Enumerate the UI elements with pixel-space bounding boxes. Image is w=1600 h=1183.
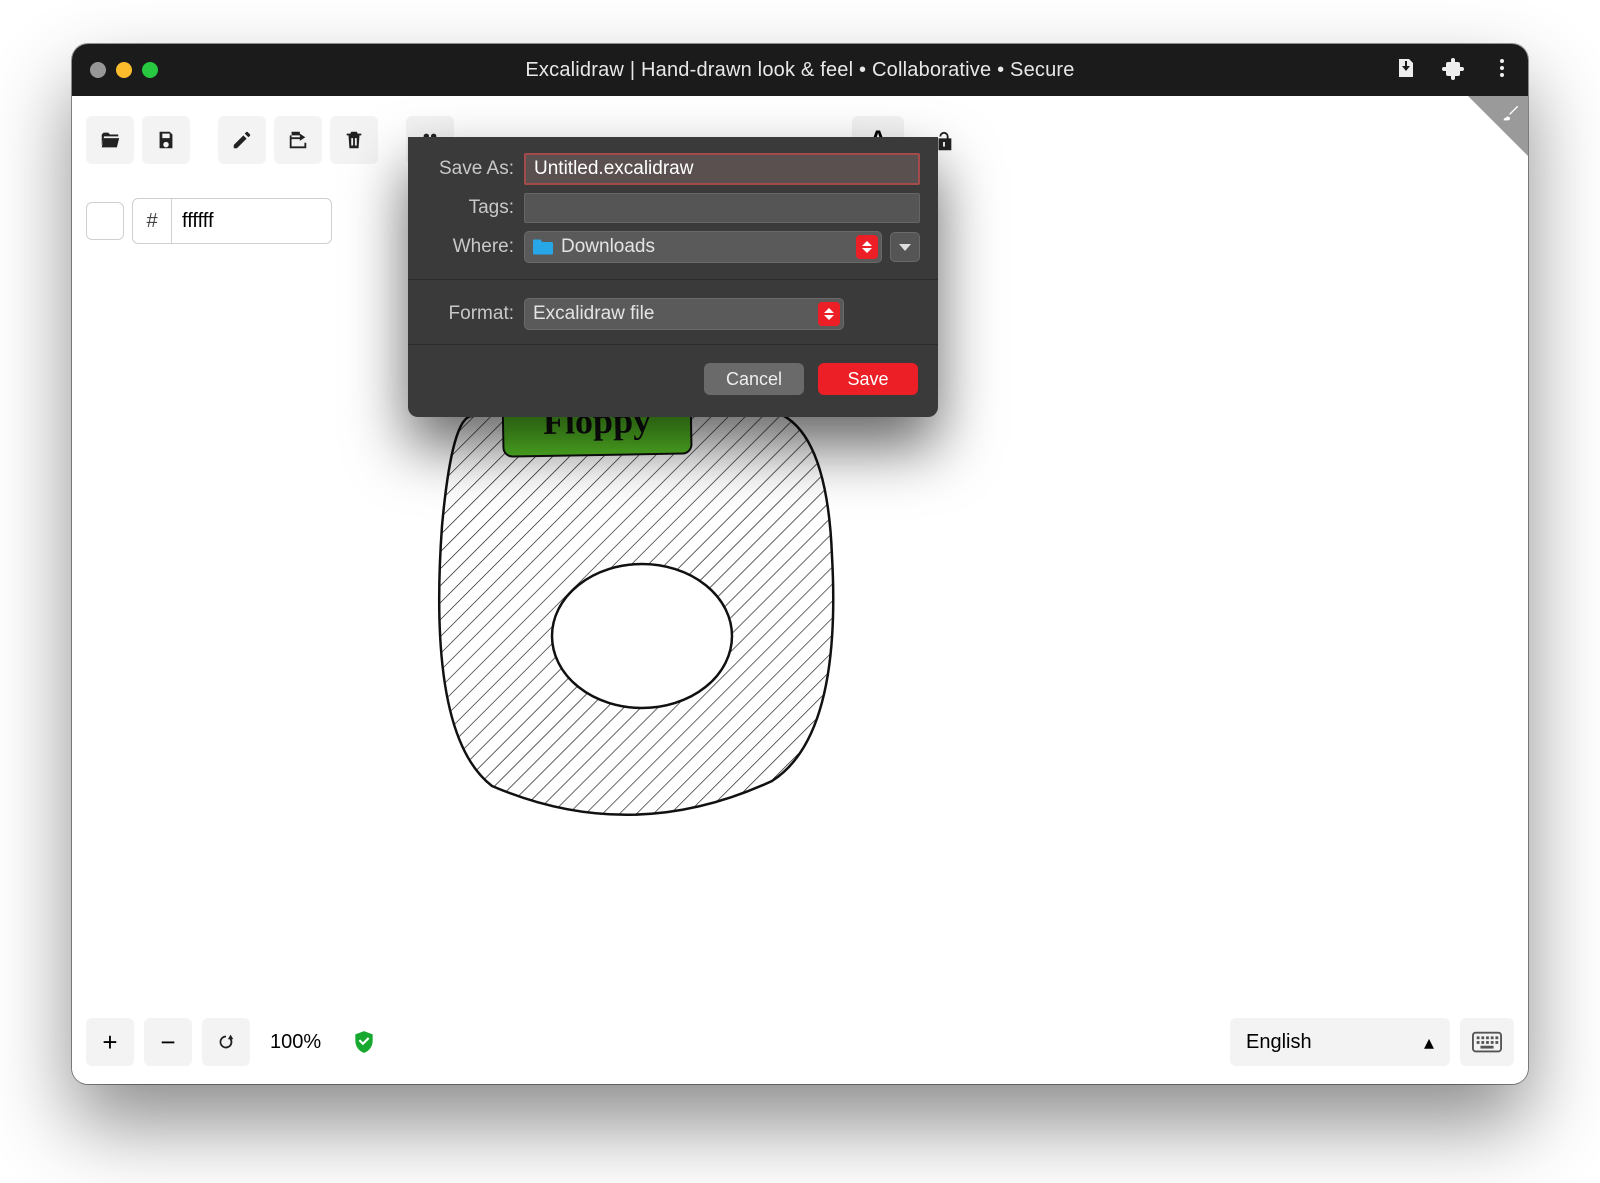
where-label: Where:	[408, 236, 514, 258]
format-select[interactable]: Excalidraw file	[524, 298, 844, 330]
save-button[interactable]	[142, 116, 190, 164]
folder-icon	[533, 239, 553, 255]
app-window: Excalidraw | Hand-drawn look & feel • Co…	[72, 44, 1528, 1084]
tags-input[interactable]	[524, 193, 920, 223]
color-hex-input[interactable]	[172, 198, 332, 244]
save-dialog: Save As: Tags: Where: Downloads	[408, 137, 938, 417]
extensions-icon[interactable]	[1442, 56, 1466, 85]
canvas-drawing	[412, 376, 862, 846]
tags-label: Tags:	[408, 197, 514, 219]
language-value: English	[1246, 1031, 1312, 1054]
page-title: Excalidraw | Hand-drawn look & feel • Co…	[72, 59, 1528, 82]
format-value: Excalidraw file	[533, 303, 654, 325]
zoom-level: 100%	[260, 1031, 331, 1054]
chevron-up-icon: ▴	[1424, 1030, 1434, 1055]
color-picker: #	[86, 198, 332, 244]
install-app-icon[interactable]	[1394, 56, 1418, 85]
export-button[interactable]	[274, 116, 322, 164]
save-as-label: Save As:	[408, 158, 514, 180]
color-swatch[interactable]	[86, 202, 124, 240]
expand-dialog-button[interactable]	[890, 232, 920, 262]
cancel-button[interactable]: Cancel	[704, 363, 804, 395]
updown-caret-icon	[856, 235, 878, 259]
keyboard-shortcuts-button[interactable]	[1460, 1018, 1514, 1066]
hash-label: #	[132, 198, 172, 244]
zoom-in-button[interactable]: +	[86, 1018, 134, 1066]
app-body: A8 #	[72, 96, 1528, 1084]
zoom-controls: + − 100%	[86, 1018, 377, 1066]
bottom-right-controls: English ▴	[1230, 1018, 1514, 1066]
titlebar: Excalidraw | Hand-drawn look & feel • Co…	[72, 44, 1528, 96]
where-value: Downloads	[561, 236, 655, 258]
encryption-shield-icon[interactable]	[351, 1029, 377, 1055]
menu-kebab-icon[interactable]	[1490, 56, 1514, 85]
language-select[interactable]: English ▴	[1230, 1018, 1450, 1066]
save-confirm-button[interactable]: Save	[818, 363, 918, 395]
zoom-out-button[interactable]: −	[144, 1018, 192, 1066]
filename-input[interactable]	[524, 153, 920, 185]
main-toolbar	[86, 116, 454, 164]
where-select[interactable]: Downloads	[524, 231, 882, 263]
updown-caret-icon	[818, 302, 840, 326]
delete-button[interactable]	[330, 116, 378, 164]
open-button[interactable]	[86, 116, 134, 164]
brush-icon	[1500, 102, 1522, 129]
format-label: Format:	[408, 303, 514, 325]
edit-button[interactable]	[218, 116, 266, 164]
zoom-reset-button[interactable]	[202, 1018, 250, 1066]
